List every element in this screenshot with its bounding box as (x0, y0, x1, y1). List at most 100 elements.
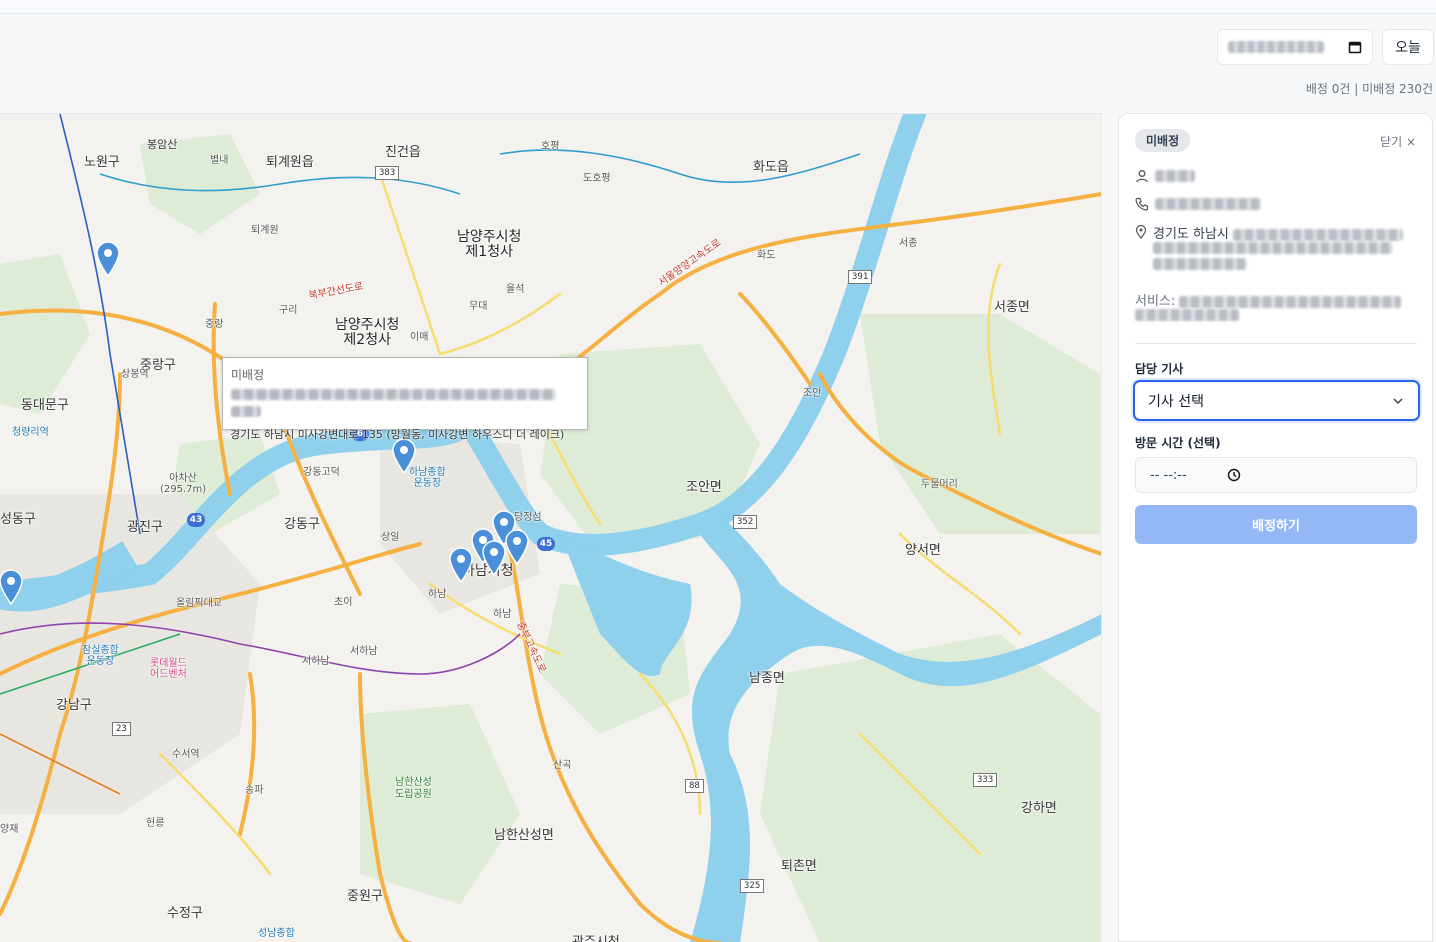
clock-icon[interactable] (1227, 468, 1241, 482)
map-label-namyangju2: 남양주시청 제2청사 (335, 317, 400, 348)
route-shield: 391 (848, 270, 873, 284)
highway-badge: 45 (537, 537, 555, 551)
map-label-joan-ic: 조안 (803, 388, 822, 399)
map-label-guri: 구리 (279, 305, 298, 316)
assign-button[interactable]: 배정하기 (1135, 505, 1417, 544)
map-label-toegyewon-ic: 퇴계원 (251, 225, 279, 236)
map-label-cheongnyangni: 청량리역 (12, 427, 49, 438)
close-button[interactable]: 닫기 × (1380, 133, 1416, 150)
service-row: 서비스: (1135, 290, 1415, 325)
map-pin[interactable] (95, 241, 121, 277)
map-label-seohanam-ic: 서하남 (350, 646, 378, 657)
map-view[interactable]: 봉암산 노원구 별내 퇴계원읍 퇴계원 진건읍 호평 도호평 화도읍 화도 남양… (0, 113, 1102, 942)
visit-time-input[interactable]: -- --:-- (1135, 457, 1417, 493)
map-label-hwado-ic: 화도 (757, 250, 776, 261)
date-value-redacted (1228, 41, 1324, 53)
map-label-choi: 초이 (334, 597, 353, 608)
date-picker-input[interactable] (1217, 29, 1373, 65)
map-label-jungnang: 중랑 (205, 319, 224, 330)
map-label-jungwon: 중원구 (347, 889, 383, 904)
route-shield: 88 (685, 779, 704, 793)
map-pin[interactable] (391, 438, 417, 474)
map-label-nowon: 노원구 (84, 155, 120, 170)
map-label-gwangju: 광주시청 (572, 931, 620, 942)
today-button[interactable]: 오늘 (1382, 29, 1434, 65)
customer-name-row (1135, 169, 1195, 183)
map-pin[interactable] (0, 569, 24, 605)
address-row: 경기도 하남시 (1135, 223, 1413, 274)
tooltip-address: 경기도 하남시 미사강변대로 135 (망월동, 미사강변 하우스디 더 레이크… (230, 428, 565, 441)
driver-select[interactable]: 기사 선택 (1133, 380, 1420, 421)
phone-redacted (1155, 198, 1261, 210)
calendar-icon[interactable] (1348, 40, 1362, 54)
location-pin-icon (1135, 225, 1147, 239)
map-label-sujeong: 수정구 (167, 906, 203, 921)
divider (1135, 343, 1417, 344)
address-prefix: 경기도 하남시 (1153, 227, 1229, 242)
map-label-joan: 조안면 (686, 480, 722, 495)
order-detail-panel: 미배정 닫기 × 경기도 하남시 서비스: 담당 기사 기사 선택 방문 시간 … (1118, 113, 1433, 942)
map-label-dumulmeori: 두물머리 (921, 479, 958, 490)
map-label-byeolnae: 별내 (210, 155, 229, 166)
map-label-sangil: 상일 (381, 532, 400, 543)
map-label-namhansanseong: 남한산성 도립공원 (395, 777, 432, 800)
highway-badge: 43 (187, 513, 205, 527)
map-label-sangok: 산곡 (553, 760, 572, 771)
map-label-yangjae: 양재 (0, 824, 19, 835)
map-label-seohanam: 서하남 (302, 656, 330, 667)
address-redacted-3 (1153, 258, 1247, 270)
assignment-counts: 배정 0건 | 미배정 230건 (1305, 82, 1433, 96)
route-shield: 352 (733, 515, 758, 529)
map-label-hopyeong: 호평 (541, 141, 560, 152)
map-canvas (0, 114, 1101, 942)
route-shield: 333 (973, 773, 998, 787)
map-label-yulseok: 율석 (506, 284, 525, 295)
map-label-hwado: 화도읍 (753, 160, 789, 175)
service-redacted (1179, 295, 1402, 308)
driver-label: 담당 기사 (1135, 362, 1184, 376)
map-label-lotte: 롯데월드 어드벤처 (150, 658, 187, 680)
visit-time-label: 방문 시간 (선택) (1135, 436, 1221, 450)
map-label-suseo: 수서역 (172, 749, 200, 760)
phone-icon (1135, 197, 1149, 211)
map-pin[interactable] (481, 540, 507, 576)
map-pin[interactable] (504, 529, 530, 565)
map-label-namjong: 남종면 (749, 671, 785, 686)
driver-select-value: 기사 선택 (1148, 393, 1204, 410)
map-label-namyangju1: 남양주시청 제1청사 (457, 229, 522, 260)
map-label-olympic: 올림픽대교 (176, 598, 222, 609)
route-shield: 383 (375, 166, 400, 180)
user-icon (1136, 170, 1148, 183)
map-label-achasan: 아차산 (295.7m) (160, 473, 207, 495)
map-label-bongsan: 봉암산 (147, 138, 178, 151)
map-label-jingeon: 진건읍 (385, 145, 421, 160)
map-label-songpa: 송파 (245, 785, 264, 796)
service-redacted-2 (1135, 309, 1239, 321)
address-redacted-2 (1153, 242, 1393, 254)
map-label-dongdaemun: 동대문구 (21, 398, 69, 413)
map-label-toegyewon: 퇴계원읍 (266, 155, 314, 170)
service-label: 서비스: (1135, 294, 1176, 309)
map-label-gangdong-ic: 강동고덕 (303, 467, 340, 478)
top-bar (0, 0, 1436, 14)
map-label-hanam: 하남 (428, 589, 447, 600)
map-label-mudae: 무대 (469, 301, 488, 312)
map-label-seojongmyeon: 서종면 (994, 300, 1030, 315)
map-label-dangjeong: 당정섬 (514, 512, 542, 523)
map-pin[interactable] (448, 547, 474, 583)
map-label-jamsil: 잠실종합 운동장 (82, 645, 119, 667)
tooltip-redacted-line (231, 389, 556, 400)
map-label-seojong: 서종 (899, 238, 918, 249)
route-shield: 23 (112, 722, 131, 736)
tooltip-status: 미배정 (231, 368, 265, 382)
map-label-yangseo: 양서면 (905, 543, 941, 558)
status-badge: 미배정 (1135, 129, 1191, 152)
map-label-toechon: 퇴촌면 (781, 859, 817, 874)
tooltip-redacted-line (231, 406, 261, 417)
map-info-tooltip: 미배정 (222, 357, 588, 430)
map-label-hanam2: 하남 (493, 609, 512, 620)
map-label-gangha: 강하면 (1021, 801, 1057, 816)
chevron-down-icon (1393, 397, 1403, 404)
map-label-seongnam: 성남종합 (258, 928, 295, 939)
map-label-dohopyeong: 도호평 (583, 173, 611, 184)
